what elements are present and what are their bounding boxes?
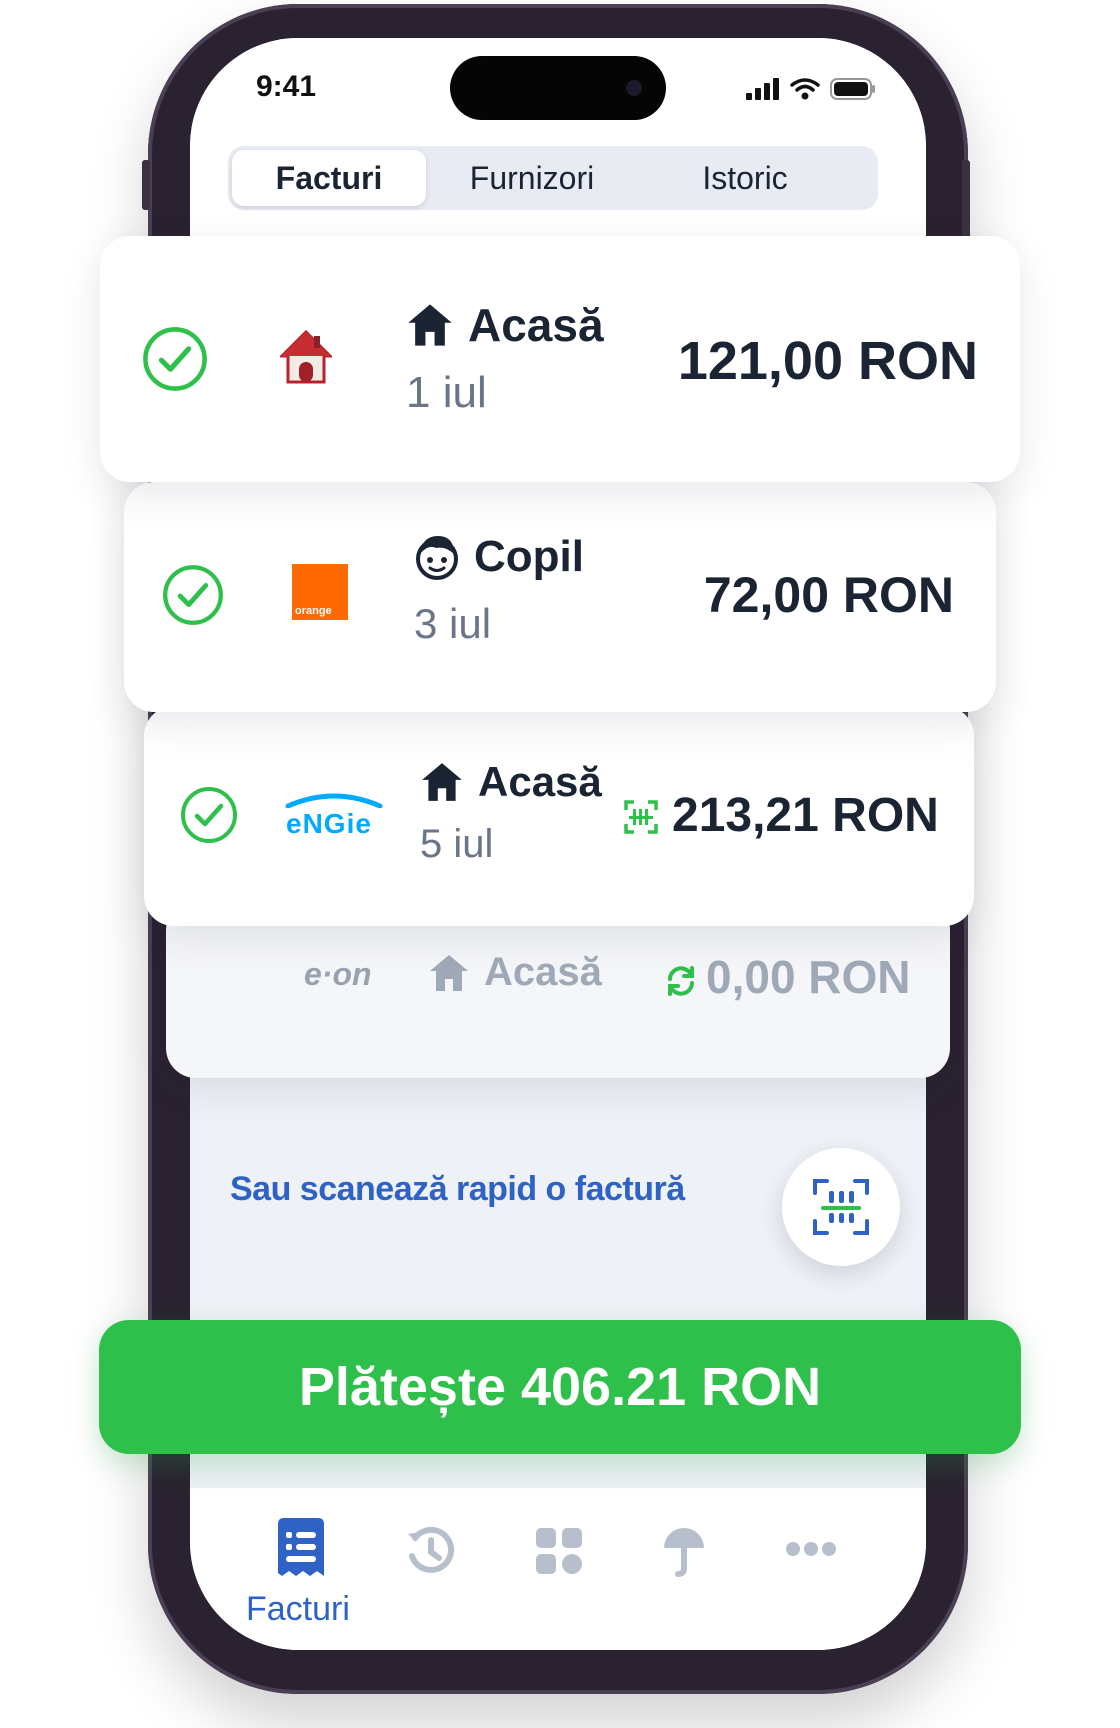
bill-date: 3 iul (414, 600, 492, 647)
home-icon (408, 304, 452, 346)
grid-icon[interactable] (536, 1528, 582, 1574)
bill-amount: 72,00 RON (703, 567, 954, 623)
camera-icon (626, 80, 642, 96)
bill-amount: 213,21 RON (672, 789, 939, 842)
battery-icon (830, 78, 875, 100)
bill-category: Acasă (406, 298, 604, 352)
bill-category: Acasă (428, 950, 602, 995)
orange-logo: orange (292, 564, 348, 620)
status-icons (746, 78, 876, 100)
home-icon (430, 954, 468, 991)
check-circle-icon[interactable] (142, 326, 208, 392)
tab-istoric[interactable]: Istoric (642, 150, 848, 206)
phone-side-button (142, 160, 150, 210)
nav-label-facturi[interactable]: Facturi (246, 1590, 350, 1629)
signal-icon (746, 78, 779, 100)
scan-button[interactable] (782, 1148, 900, 1266)
bill-amount: 0,00 RON (706, 951, 911, 1003)
engie-logo: eNGie (280, 786, 390, 846)
segmented-tabs: Facturi Furnizori Istoric (228, 146, 878, 210)
barcode-scan-icon (624, 800, 658, 834)
pay-button[interactable]: Plătește 406.21 RON (99, 1320, 1021, 1454)
bill-category: Copil (414, 532, 584, 582)
refresh-icon (668, 966, 694, 996)
tab-furnizori[interactable]: Furnizori (430, 150, 634, 206)
scan-prompt[interactable]: Sau scanează rapid o factură (230, 1170, 685, 1209)
bill-category-label: Acasă (478, 758, 602, 805)
more-icon[interactable] (786, 1542, 836, 1556)
umbrella-icon[interactable] (662, 1524, 706, 1578)
barcode-scan-icon (813, 1179, 869, 1235)
tab-facturi[interactable]: Facturi (232, 150, 426, 206)
status-time: 9:41 (256, 70, 317, 103)
bill-category: Acasă (420, 758, 602, 806)
bill-date: 5 iul (420, 822, 494, 866)
history-icon[interactable] (406, 1526, 456, 1576)
bill-date: 1 iul (406, 368, 487, 417)
check-circle-icon[interactable] (180, 786, 238, 844)
check-circle-icon[interactable] (162, 564, 224, 626)
bill-card[interactable]: Acasă 1 iul 121,00 RON (100, 236, 1020, 482)
bill-card[interactable]: orange Copil 3 iul 72,00 RON (124, 482, 996, 712)
bill-category-label: Acasă (484, 950, 602, 994)
bill-amount: 121,00 RON (677, 331, 978, 391)
child-icon (416, 536, 458, 580)
bill-card[interactable]: eNGie Acasă 5 iul 213,21 RON (144, 706, 974, 926)
bill-category-label: Acasă (468, 299, 604, 351)
wifi-icon (790, 78, 820, 100)
home-icon (422, 763, 462, 801)
receipt-icon[interactable] (274, 1518, 328, 1580)
orange-logo-text: orange (295, 605, 332, 617)
dynamic-island (450, 56, 666, 120)
eon-logo: e·on (304, 956, 372, 992)
bill-category-label: Copil (474, 532, 584, 581)
house-icon (280, 330, 332, 384)
bill-card[interactable]: e·on Acasă 0,00 RON (166, 900, 950, 1078)
engie-logo-text: eNGie (286, 808, 372, 839)
